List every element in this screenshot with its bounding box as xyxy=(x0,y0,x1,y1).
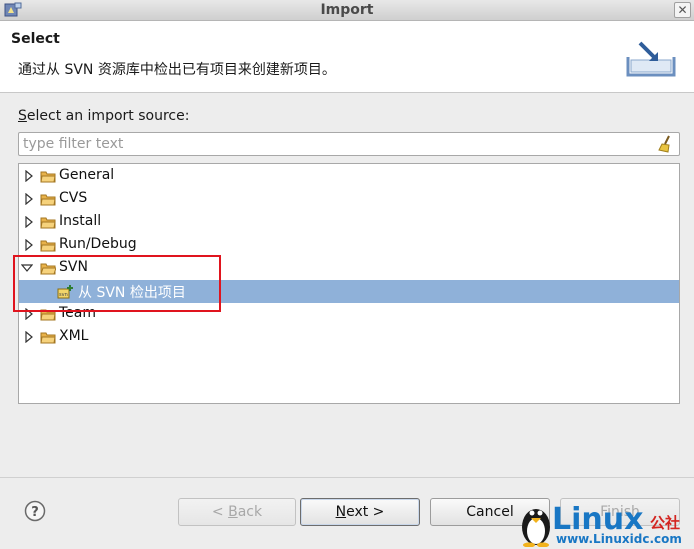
svg-text:?: ? xyxy=(31,505,39,520)
import-source-label-text: elect an import source: xyxy=(26,108,190,124)
expand-arrow-icon[interactable] xyxy=(23,216,35,228)
expand-arrow-icon[interactable] xyxy=(23,170,35,182)
wizard-header: Select 通过从 SVN 资源库中检出已有项目来创建新项目。 xyxy=(0,21,694,93)
tree-item-label: CVS xyxy=(59,190,88,206)
page-description: 通过从 SVN 资源库中检出已有项目来创建新项目。 xyxy=(18,62,336,78)
import-wizard-icon xyxy=(626,41,676,77)
import-source-label: Select an import source: xyxy=(18,108,189,124)
watermark-brand-cn: 公社 xyxy=(650,514,681,532)
footer-divider xyxy=(0,477,694,478)
expand-arrow-icon[interactable] xyxy=(23,239,35,251)
next-button[interactable]: Next > xyxy=(300,498,420,526)
filter-input[interactable]: type filter text xyxy=(18,132,680,156)
mnemonic-s: S xyxy=(18,108,27,124)
tree-item-label: Run/Debug xyxy=(59,236,137,252)
filter-placeholder: type filter text xyxy=(23,136,124,152)
back-mnemonic: B xyxy=(228,504,238,520)
tree-item-label: General xyxy=(59,167,115,183)
back-label: ack xyxy=(237,504,263,520)
clear-filter-broom-icon[interactable] xyxy=(658,135,674,153)
window-title: Import xyxy=(320,2,374,18)
folder-icon xyxy=(40,217,56,229)
tree-item-cvs[interactable]: CVS xyxy=(19,188,679,211)
help-icon[interactable]: ? xyxy=(24,500,46,522)
back-prefix: < xyxy=(211,504,229,520)
tree-item-install[interactable]: Install xyxy=(19,211,679,234)
folder-icon xyxy=(40,240,56,252)
close-window-button[interactable]: ✕ xyxy=(674,2,691,18)
tree-item-label: Install xyxy=(59,213,102,229)
tree-item-label: XML xyxy=(59,328,89,344)
back-button[interactable]: < Back xyxy=(178,498,296,526)
tree-item-xml[interactable]: XML xyxy=(19,326,679,349)
folder-icon xyxy=(40,194,56,206)
folder-icon xyxy=(40,332,56,344)
page-title: Select xyxy=(11,31,60,47)
tree-item-general[interactable]: General xyxy=(19,165,679,188)
folder-icon xyxy=(40,171,56,183)
tree-item-run-debug[interactable]: Run/Debug xyxy=(19,234,679,257)
next-mnemonic: N xyxy=(335,504,347,520)
watermark-url: www.Linuxidc.com xyxy=(556,532,682,546)
expand-arrow-icon[interactable] xyxy=(23,193,35,205)
next-label: ext > xyxy=(346,504,385,520)
title-bar: Import ✕ xyxy=(0,0,694,21)
expand-arrow-icon[interactable] xyxy=(23,331,35,343)
annotation-highlight-box xyxy=(13,255,221,312)
